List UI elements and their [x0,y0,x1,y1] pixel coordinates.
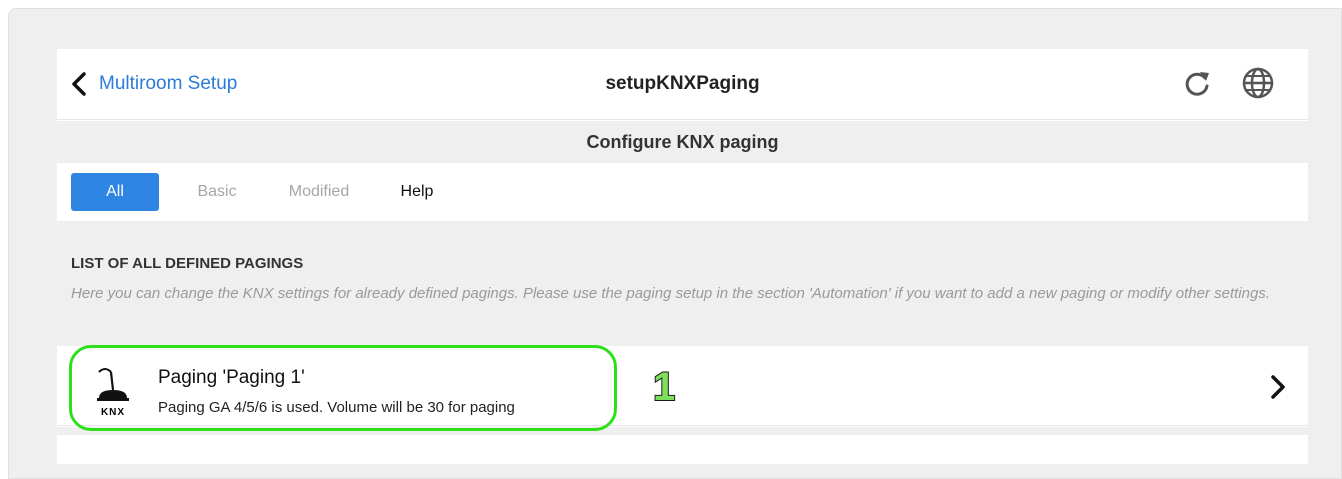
tab-all[interactable]: All [71,173,159,211]
knx-label: KNX [100,407,126,418]
chevron-right-icon [1270,374,1286,405]
globe-icon [1241,66,1275,105]
page-title: setupKNXPaging [605,73,760,94]
refresh-icon [1182,68,1212,103]
settings-panel: Multiroom Setup setupKNXPaging Configure… [57,49,1308,464]
paging-subtitle: Paging GA 4/5/6 is used. Volume will be … [158,399,515,416]
microphone-icon: KNX [93,366,133,418]
section-header: Configure KNX paging [57,121,1308,163]
back-button[interactable]: Multiroom Setup [71,69,237,99]
tab-help[interactable]: Help [397,173,437,211]
tab-basic[interactable]: Basic [187,173,247,211]
tab-modified[interactable]: Modified [279,173,359,211]
filter-tabs: All Basic Modified Help [57,163,1308,221]
list-item-paging[interactable]: KNX Paging 'Paging 1' Paging GA 4/5/6 is… [57,346,1308,426]
language-button[interactable] [1240,67,1276,103]
divider [57,427,1308,435]
chevron-left-icon [71,72,87,96]
section-title: LIST OF ALL DEFINED PAGINGS [71,255,304,272]
app-frame: Multiroom Setup setupKNXPaging Configure… [8,8,1342,479]
paging-title: Paging 'Paging 1' [158,367,305,388]
back-label: Multiroom Setup [99,73,238,94]
header-bar: Multiroom Setup setupKNXPaging [57,49,1308,120]
annotation-marker-outline: 1 [652,364,676,410]
section-description: Here you can change the KNX settings for… [71,285,1270,302]
refresh-button[interactable] [1179,67,1215,103]
pagings-section: LIST OF ALL DEFINED PAGINGS Here you can… [57,221,1308,346]
